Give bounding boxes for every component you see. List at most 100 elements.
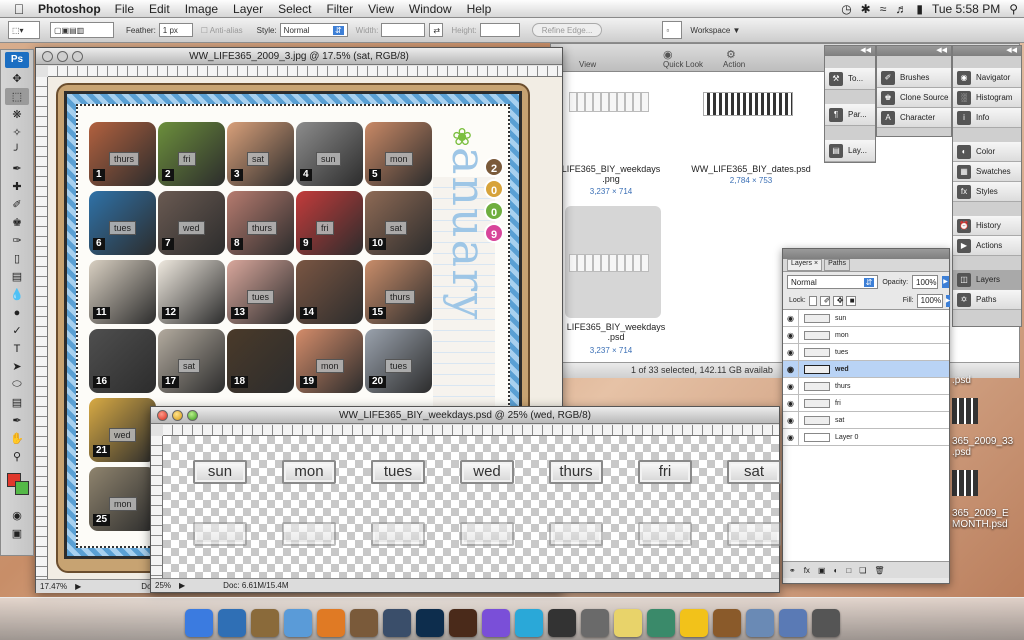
dock-app-utility[interactable] <box>646 609 675 637</box>
blank-label-frame[interactable] <box>460 522 514 546</box>
menu-help[interactable]: Help <box>467 2 492 16</box>
marquee-tool-icon[interactable]: ⬚ <box>5 88 29 105</box>
layer-style-icon[interactable]: fx <box>804 566 810 575</box>
document-titlebar[interactable]: WW_LIFE365_2009_3.jpg @ 17.5% (sat, RGB/… <box>36 48 562 65</box>
visibility-eye-icon[interactable]: ◉ <box>783 309 799 327</box>
width-input[interactable] <box>381 23 426 37</box>
visibility-eye-icon[interactable]: ◉ <box>783 377 799 395</box>
layer-row[interactable]: ◉ thurs <box>783 377 949 395</box>
canvas-weekdays[interactable]: sun mon tues wed thurs fri sat <box>163 436 781 578</box>
dock-app-movie[interactable] <box>547 609 576 637</box>
layers-panel-header[interactable] <box>783 249 949 259</box>
dock-app-finder[interactable] <box>184 609 213 637</box>
desktop-file-icon[interactable] <box>952 398 978 424</box>
dock-app-iphoto[interactable] <box>349 609 378 637</box>
zoom-tool-icon[interactable]: ⚲ <box>5 448 29 465</box>
menu-image[interactable]: Image <box>185 2 218 16</box>
visibility-eye-icon[interactable]: ◉ <box>783 326 799 344</box>
workspace-menu[interactable]: Workspace ▼ <box>690 26 740 35</box>
color-panel-button[interactable]: ◐ Color <box>953 142 1021 162</box>
brushes-panel-button[interactable]: ✐ Brushes <box>877 68 951 88</box>
vertical-ruler[interactable] <box>36 77 48 579</box>
panel-well-icon[interactable]: ▫ <box>662 21 683 39</box>
apple-menu-icon[interactable]:  <box>0 1 38 17</box>
layer-row[interactable]: ◉ sat <box>783 411 949 429</box>
doc-info[interactable]: Doc: 6.61M/15.4M <box>223 581 288 590</box>
dock-app-itunes[interactable] <box>481 609 510 637</box>
blend-mode-select[interactable]: Normal ⇵ <box>787 275 879 289</box>
blank-label-frame[interactable] <box>549 522 603 546</box>
dock-app-chess[interactable] <box>580 609 609 637</box>
blank-label-frame[interactable] <box>371 522 425 546</box>
time-machine-icon[interactable]: ◷ <box>841 2 851 16</box>
visibility-eye-icon[interactable]: ◉ <box>783 343 799 361</box>
menu-select[interactable]: Select <box>278 2 311 16</box>
type-tool-icon[interactable]: T <box>5 340 29 357</box>
fill-input[interactable]: 100% <box>916 293 943 308</box>
fill-slider-icon[interactable]: ▶ <box>945 294 951 307</box>
action-button[interactable]: Action <box>723 60 745 69</box>
dock-app-firefox[interactable] <box>316 609 345 637</box>
menu-filter[interactable]: Filter <box>326 2 353 16</box>
dock-collapse-icon[interactable]: ◀◀ <box>953 46 1021 56</box>
menu-file[interactable]: File <box>115 2 134 16</box>
photoshop-logo[interactable]: Ps <box>5 52 29 68</box>
eyedropper-sample-tool-icon[interactable]: ✒ <box>5 412 29 429</box>
layer-row[interactable]: ◉ sun <box>783 309 949 327</box>
visibility-eye-icon[interactable]: ◉ <box>783 360 799 378</box>
link-layers-icon[interactable]: ⚭ <box>789 566 796 575</box>
eraser-tool-icon[interactable]: ▯ <box>5 250 29 267</box>
blank-label-frame[interactable] <box>282 522 336 546</box>
adjustment-layer-icon[interactable]: ◐ <box>834 566 839 575</box>
swap-icon[interactable]: ⇄ <box>429 23 444 37</box>
notes-tool-icon[interactable]: ▤ <box>5 394 29 411</box>
new-group-icon[interactable]: □ <box>846 566 851 575</box>
desktop-file-label[interactable]: 365_2009_33 .psd <box>952 436 1024 458</box>
lasso-tool-icon[interactable]: ❋ <box>5 106 29 123</box>
zoom-level[interactable]: 17.47% <box>40 582 67 591</box>
info-panel-button[interactable]: i Info <box>953 108 1021 128</box>
layer-row[interactable]: ◉ mon <box>783 326 949 344</box>
style-select[interactable]: Normal ⇵ <box>279 23 348 37</box>
styles-panel-button[interactable]: fx Styles <box>953 182 1021 202</box>
gradient-tool-icon[interactable]: ▤ <box>5 268 29 285</box>
marquee-preset-icon[interactable]: ⬚▾ <box>8 21 40 39</box>
paths-panel-button[interactable]: ✡ Paths <box>953 290 1021 310</box>
file-name[interactable]: LIFE365_BIY_weekdays .png <box>561 164 661 184</box>
status-menu-icon[interactable]: ▶ <box>75 582 81 591</box>
file-name[interactable]: LIFE365_BIY_weekdays .psd <box>561 322 671 342</box>
move-tool-icon[interactable]: ✥ <box>5 70 29 87</box>
weekday-label-wed[interactable]: wed <box>460 460 514 484</box>
document-titlebar[interactable]: WW_LIFE365_BIY_weekdays.psd @ 25% (wed, … <box>151 407 779 424</box>
file-thumbnail[interactable] <box>569 92 649 112</box>
dock-app-ps[interactable] <box>415 609 444 637</box>
layer-row[interactable]: ◉ Layer 0 <box>783 428 949 446</box>
layer-row[interactable]: ◉ fri <box>783 394 949 412</box>
swatches-panel-button[interactable]: ▦ Swatches <box>953 162 1021 182</box>
pen-tool-icon[interactable]: ✓ <box>5 322 29 339</box>
volume-icon[interactable]: ♬ <box>895 2 907 16</box>
selection-mode-icons[interactable]: ▢▣▤▥ <box>50 22 114 38</box>
menu-layer[interactable]: Layer <box>233 2 263 16</box>
vertical-ruler[interactable] <box>151 436 163 578</box>
height-input[interactable] <box>479 23 520 37</box>
shape-tool-icon[interactable]: ⬭ <box>5 376 29 393</box>
lock-all-icon[interactable]: ■ <box>845 295 856 306</box>
wifi-icon[interactable]: ≈ <box>880 2 887 16</box>
histogram-panel-button[interactable]: ░ Histogram <box>953 88 1021 108</box>
history-panel-button[interactable]: ⏰ History <box>953 216 1021 236</box>
weekday-label-fri[interactable]: fri <box>638 460 692 484</box>
desktop-file-icon[interactable] <box>952 470 978 496</box>
horizontal-ruler[interactable] <box>163 425 779 436</box>
menu-view[interactable]: View <box>368 2 394 16</box>
brush-tool-icon[interactable]: ✐ <box>5 196 29 213</box>
dock-app-mail[interactable] <box>250 609 279 637</box>
battery-icon[interactable]: ▮ <box>916 2 923 16</box>
dodge-tool-icon[interactable]: ● <box>5 304 29 321</box>
dock-collapse-icon[interactable]: ◀◀ <box>877 46 951 56</box>
zoom-level[interactable]: 25% <box>155 581 171 590</box>
clone-stamp-tool-icon[interactable]: ♚ <box>5 214 29 231</box>
path-selection-tool-icon[interactable]: ➤ <box>5 358 29 375</box>
lock-transparency-icon[interactable] <box>808 295 817 306</box>
horizontal-ruler[interactable] <box>48 66 562 77</box>
